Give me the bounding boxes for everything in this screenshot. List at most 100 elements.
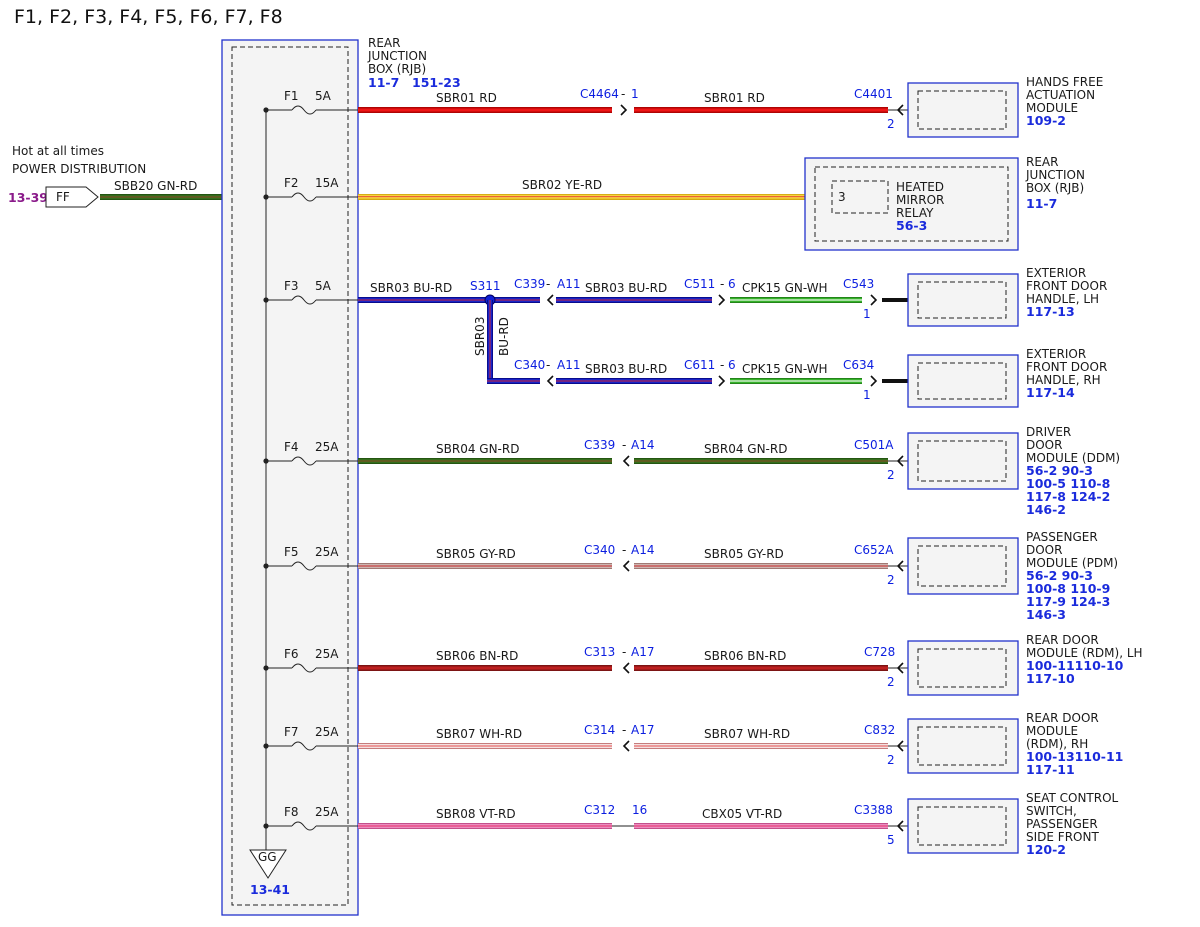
wire-label: SBR07 WH-RD [436,727,522,741]
relay-label: MIRROR [896,193,944,207]
module-ref[interactable]: 117-11 [1026,762,1075,777]
module-ref[interactable]: 146-2 [1026,502,1066,517]
end-pin: 2 [887,468,895,482]
diagram-title: F1, F2, F3, F4, F5, F6, F7, F8 [14,6,283,28]
module-ref[interactable]: 109-2 [1026,113,1066,128]
relay-label: HEATED [896,180,944,194]
module-label: DRIVER [1026,425,1071,439]
wire-label: CPK15 GN-WH [742,362,828,376]
module-ref[interactable]: 117-10 [1026,671,1075,686]
connector-pin: 6 [728,358,736,372]
connector-label: C340 [584,543,615,557]
connector-pin: A11 [557,358,580,372]
module-label: FRONT DOOR [1026,279,1107,293]
wire-segment [556,378,712,384]
module-ref[interactable]: 11-7 [1026,196,1057,211]
end-pin: 2 [887,573,895,587]
end-connector-label: C3388 [854,803,893,817]
wire-label: SBR04 GN-RD [704,442,787,456]
fuse-name: F2 [284,176,299,190]
connector-pin: A17 [631,645,654,659]
source-line1: Hot at all times [12,144,104,158]
arrow-icon [622,560,630,572]
arrow-icon [718,294,726,306]
wire-sbr03 [358,297,540,303]
rjb-box: REAR JUNCTION BOX (RJB) 11-7 151-23 GG 1… [221,36,461,916]
module-ref[interactable]: 146-3 [1026,607,1066,622]
relay-ref[interactable]: 56-3 [896,218,927,233]
fuse-rating: 25A [315,805,339,819]
wire-left [358,107,612,113]
wire-right [634,665,888,671]
wire-label: SBR03 BU-RD [585,281,667,295]
connector-pin: A11 [557,277,580,291]
fuse-name: F8 [284,805,299,819]
arrow-icon [870,294,878,306]
wire-label: CBX05 VT-RD [702,807,782,821]
module-6: REAR DOORMODULE (RDM), LH100-11110-10117… [907,633,1143,696]
arrow-icon [546,294,554,306]
splice-label: S311 [470,279,501,293]
module-ref[interactable]: 120-2 [1026,842,1066,857]
end-connector-label: C543 [843,277,874,291]
rjb-ref-1[interactable]: 11-7 [368,75,399,90]
arrow-icon [622,662,630,674]
fuse-name: F6 [284,647,299,661]
wire-label: SBR01 RD [436,91,497,105]
module-5: PASSENGERDOORMODULE (PDM)56-2 90-3100-8 … [907,530,1118,622]
module-label: HANDS FREE [1026,75,1103,89]
end-pin: 1 [863,307,871,321]
wire-label: SBR08 VT-RD [436,807,516,821]
connector-pin: 1 [631,87,639,101]
source-line2: POWER DISTRIBUTION [12,162,146,176]
module-label: MODULE [1026,724,1078,738]
modules: HANDS FREEACTUATIONMODULE109-23HEATEDMIR… [804,75,1143,857]
source-ref[interactable]: 13-39 [8,190,48,205]
module-label: EXTERIOR [1026,347,1086,361]
connector-sep: - [546,358,550,372]
rjb-label-1: REAR [368,36,400,50]
module-ref[interactable]: 117-14 [1026,385,1075,400]
ground-ref[interactable]: 13-41 [250,882,290,897]
wire-label: CPK15 GN-WH [742,281,828,295]
connector-pin: A14 [631,438,654,452]
module-label: FRONT DOOR [1026,360,1107,374]
module-label: SEAT CONTROL [1026,791,1119,805]
wire-label: SBR07 WH-RD [704,727,790,741]
wire-right [634,107,888,113]
end-pin: 2 [887,675,895,689]
fuse-name: F4 [284,440,299,454]
end-pin: 5 [887,833,895,847]
module-4: DRIVERDOORMODULE (DDM)56-2 90-3100-5 110… [907,425,1120,517]
connector-label: C4464 [580,87,619,101]
rjb-label-2: JUNCTION [367,49,427,63]
connector-sep: - [622,645,626,659]
module-2: EXTERIORFRONT DOORHANDLE, LH117-13 [907,266,1107,327]
fuse-rating: 25A [315,440,339,454]
source-connector: FF [56,190,70,204]
wire-label: SBR03 BU-RD [585,362,667,376]
arrow-icon [870,375,878,387]
connector-pin: A17 [631,723,654,737]
arrow-icon [718,375,726,387]
wire-cpk15 [730,378,862,384]
connector-sep: - [546,277,550,291]
module-label: JUNCTION [1025,168,1085,182]
connector-sep: - [720,358,724,372]
wire-left [358,665,612,671]
wire-label: SBR04 GN-RD [436,442,519,456]
end-pin: 2 [887,753,895,767]
source-wire [100,194,222,200]
module-ref[interactable]: 117-13 [1026,304,1075,319]
wire-label: SBR05 GY-RD [436,547,516,561]
ground-label: GG [258,850,277,864]
arrow-icon [622,740,630,752]
connector-label: C314 [584,723,615,737]
wire-label: SBR02 YE-RD [522,178,602,192]
rjb-outline [221,39,359,916]
end-connector-label: C501A [854,438,894,452]
module-1: 3HEATEDMIRRORRELAY56-3REARJUNCTIONBOX (R… [804,155,1085,251]
module-3: EXTERIORFRONT DOORHANDLE, RH117-14 [907,347,1107,408]
wire-label: SBR03 BU-RD [370,281,452,295]
rjb-ref-2[interactable]: 151-23 [412,75,461,90]
